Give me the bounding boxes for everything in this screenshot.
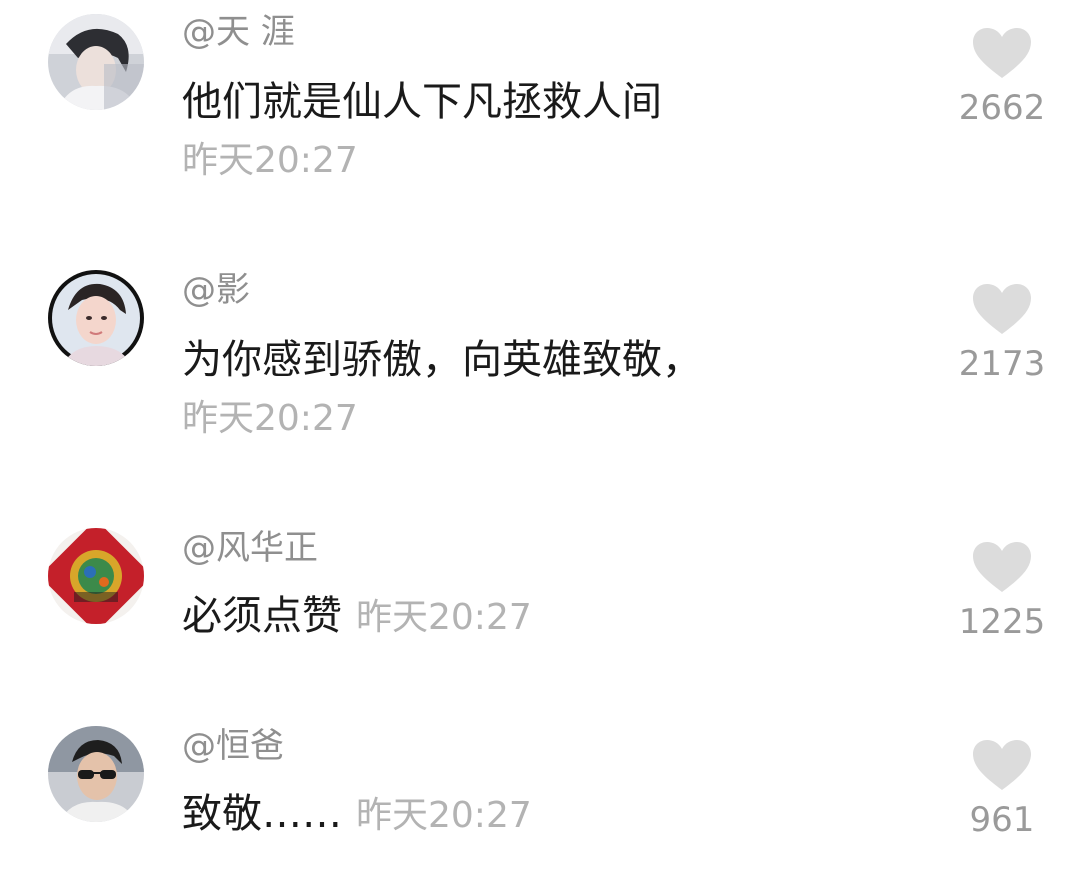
heart-icon (973, 740, 1031, 790)
comment-item: @影 为你感到骄傲，向英雄致敬， 昨天20:27 2173 (0, 258, 1080, 498)
like-button[interactable]: 961 (954, 740, 1050, 840)
avatar[interactable] (48, 270, 144, 366)
avatar-image (48, 528, 144, 624)
comment-text-content: 必须点赞 (182, 593, 342, 639)
like-count: 1225 (958, 602, 1046, 642)
comment-time: 昨天20:27 (356, 597, 532, 638)
comment-text: 致敬…… 昨天20:27 (182, 790, 532, 840)
comment-item: @天 涯 他们就是仙人下凡拯救人间 昨天20:27 2662 (0, 0, 1080, 240)
comment-text: 必须点赞 昨天20:27 (182, 592, 532, 642)
username[interactable]: @风华正 (182, 528, 318, 568)
like-count: 2173 (958, 344, 1046, 384)
comment-text: 他们就是仙人下凡拯救人间 (182, 79, 662, 125)
comment-item: @恒爸 致敬…… 昨天20:27 961 (0, 716, 1080, 874)
avatar-image (48, 14, 144, 110)
like-count: 2662 (958, 88, 1046, 128)
comment-time: 昨天20:27 (356, 795, 532, 836)
heart-icon (973, 28, 1031, 78)
like-count: 961 (969, 800, 1035, 840)
comment-time: 昨天20:27 (182, 398, 358, 439)
heart-icon (973, 542, 1031, 592)
avatar[interactable] (48, 726, 144, 822)
comment-item: @风华正 必须点赞 昨天20:27 1225 (0, 516, 1080, 706)
comment-time: 昨天20:27 (182, 140, 358, 181)
comment-text: 为你感到骄傲，向英雄致敬， (182, 337, 702, 383)
avatar-image (48, 270, 144, 366)
like-button[interactable]: 1225 (954, 542, 1050, 642)
avatar-image (48, 726, 144, 822)
avatar[interactable] (48, 528, 144, 624)
avatar[interactable] (48, 14, 144, 110)
username[interactable]: @恒爸 (182, 726, 284, 766)
comment-text-content: 致敬…… (182, 791, 342, 837)
username[interactable]: @影 (182, 270, 250, 310)
heart-icon (973, 284, 1031, 334)
username[interactable]: @天 涯 (182, 12, 295, 52)
like-button[interactable]: 2173 (954, 284, 1050, 384)
like-button[interactable]: 2662 (954, 28, 1050, 128)
